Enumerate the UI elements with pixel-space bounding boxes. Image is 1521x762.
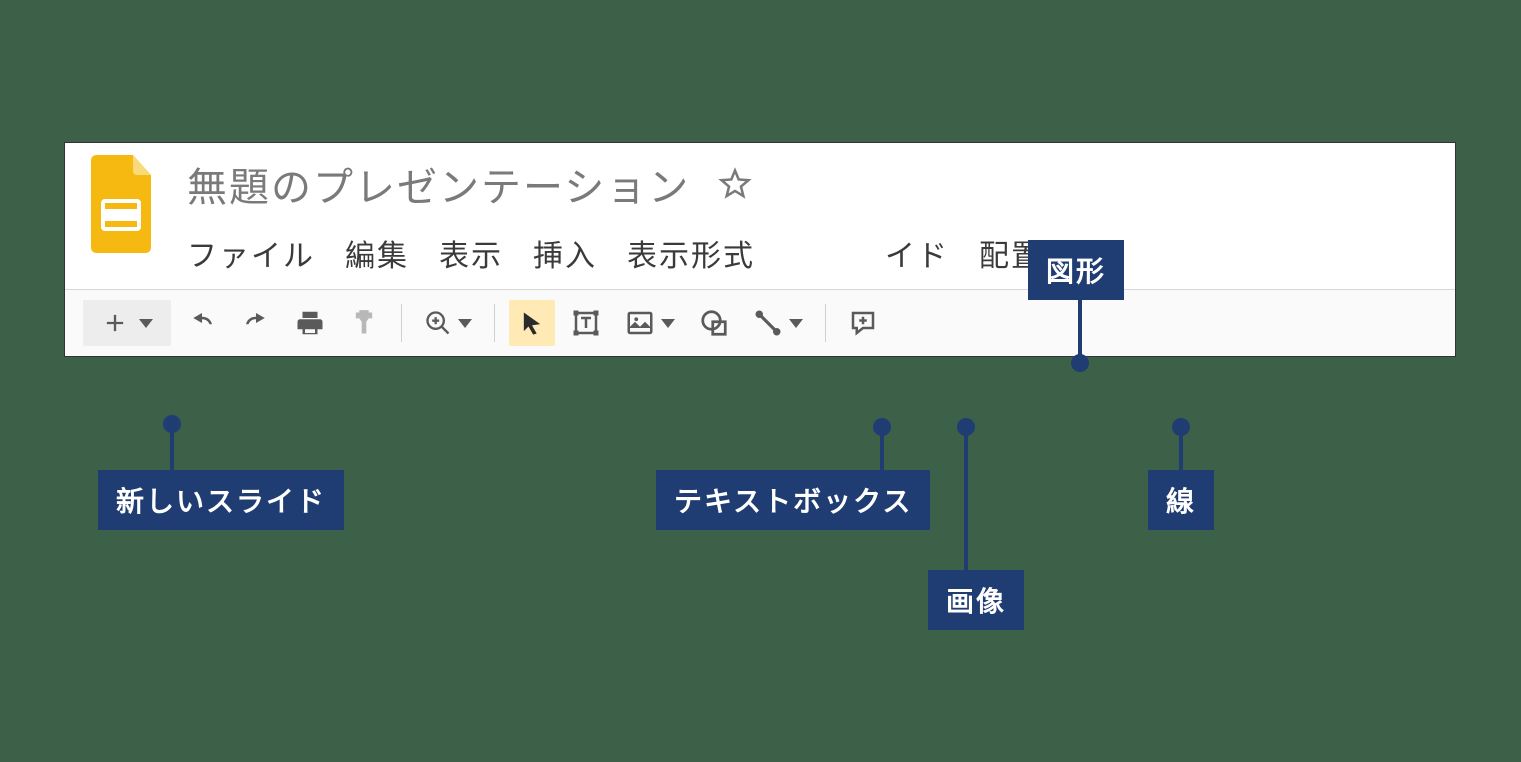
- menu-bar: ファイル 編集 表示 挿入 表示形式 イド 配置: [187, 231, 1043, 275]
- header-row: 無題のプレゼンテーション ファイル 編集 表示 挿入 表示形式 イド 配置: [65, 143, 1455, 275]
- chevron-down-icon: [458, 319, 472, 328]
- menu-insert[interactable]: 挿入: [533, 231, 597, 275]
- document-title[interactable]: 無題のプレゼンテーション: [187, 155, 690, 213]
- toolbar-separator: [494, 304, 495, 342]
- print-button[interactable]: [287, 300, 333, 346]
- star-icon[interactable]: [718, 167, 752, 201]
- app-window: 無題のプレゼンテーション ファイル 編集 表示 挿入 表示形式 イド 配置: [64, 142, 1456, 357]
- new-slide-button[interactable]: [83, 300, 171, 346]
- callout-connector: [964, 432, 968, 574]
- paint-format-button[interactable]: [341, 300, 387, 346]
- chevron-down-icon: [661, 319, 675, 328]
- menu-slide-partial[interactable]: イド: [885, 231, 949, 275]
- slides-doc-icon: [85, 155, 157, 253]
- undo-button[interactable]: [179, 300, 225, 346]
- callout-connector: [1078, 296, 1082, 358]
- menu-view[interactable]: 表示: [439, 231, 503, 275]
- title-line: 無題のプレゼンテーション: [187, 155, 1043, 213]
- callout-connector: [170, 428, 174, 476]
- redo-button[interactable]: [233, 300, 279, 346]
- comment-button[interactable]: [840, 300, 886, 346]
- toolbar-separator: [825, 304, 826, 342]
- menu-file[interactable]: ファイル: [187, 231, 315, 275]
- title-area: 無題のプレゼンテーション ファイル 編集 表示 挿入 表示形式 イド 配置: [187, 155, 1043, 275]
- image-button[interactable]: [617, 300, 683, 346]
- callout-connector: [1179, 432, 1183, 474]
- chevron-down-icon: [789, 319, 803, 328]
- callout-shape: 図形: [1028, 240, 1124, 300]
- menu-edit[interactable]: 編集: [345, 231, 409, 275]
- callout-image: 画像: [928, 570, 1024, 630]
- text-box-button[interactable]: [563, 300, 609, 346]
- toolbar-separator: [401, 304, 402, 342]
- line-button[interactable]: [745, 300, 811, 346]
- toolbar: [65, 289, 1455, 356]
- chevron-down-icon: [139, 319, 153, 328]
- callout-connector: [880, 432, 884, 474]
- callout-dot: [1071, 354, 1089, 372]
- shape-button[interactable]: [691, 300, 737, 346]
- callout-new-slide: 新しいスライド: [98, 470, 344, 530]
- callout-line-label: 線: [1148, 470, 1214, 530]
- callout-text-box: テキストボックス: [656, 470, 930, 530]
- menu-format[interactable]: 表示形式: [627, 231, 755, 275]
- select-tool-button[interactable]: [509, 300, 555, 346]
- zoom-button[interactable]: [416, 300, 480, 346]
